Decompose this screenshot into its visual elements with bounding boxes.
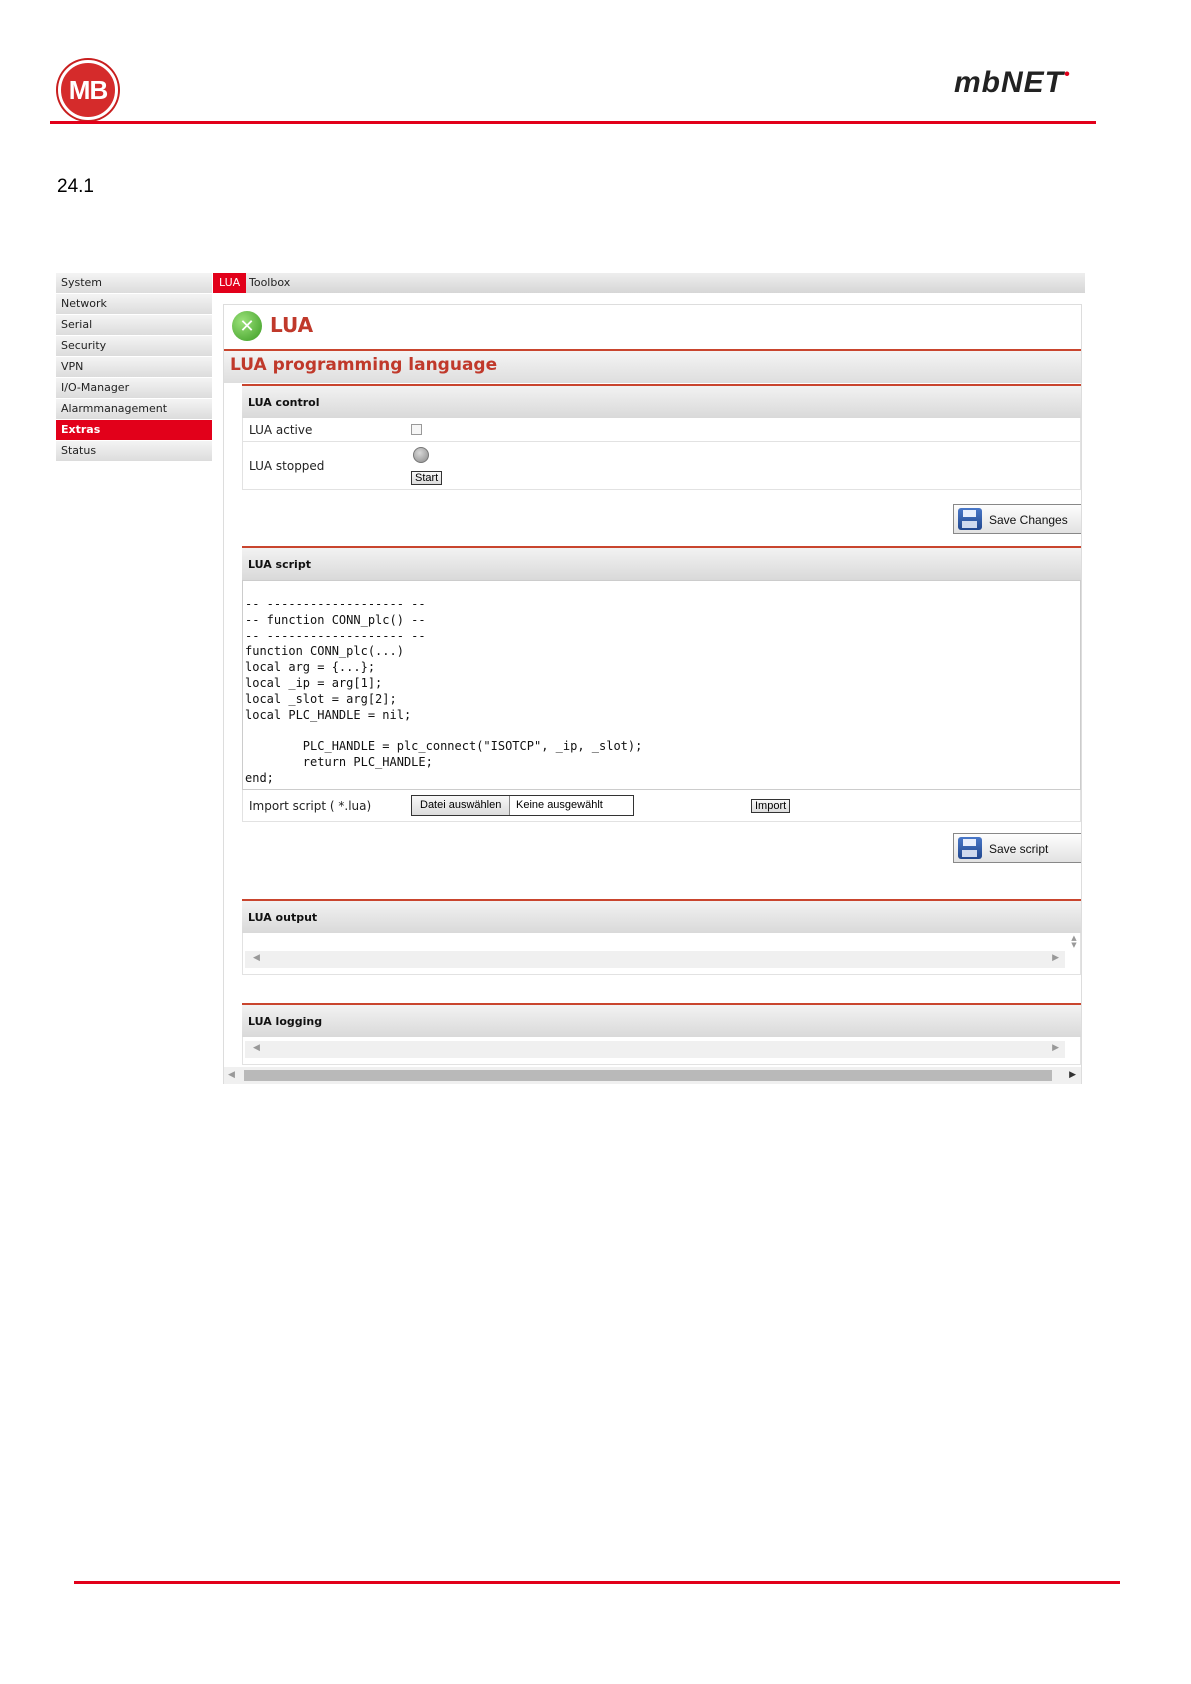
scroll-left-icon[interactable]: ◀ — [228, 1070, 235, 1080]
brand-logo: mbNET• — [954, 66, 1071, 100]
floppy-disk-icon — [958, 508, 982, 530]
save-script-label: Save script — [989, 842, 1049, 856]
sidebar-item-alarmmanagement[interactable]: Alarmmanagement — [56, 399, 212, 419]
lua-active-row: LUA active — [242, 418, 1081, 442]
floppy-disk-icon — [958, 837, 982, 859]
lua-output-area[interactable]: ▲ ▼ ◀ ▶ — [242, 933, 1081, 975]
lua-script-header: LUA script — [242, 546, 1081, 580]
scroll-right-icon[interactable]: ▶ — [1052, 1043, 1059, 1053]
status-led-icon — [413, 447, 429, 463]
header-divider — [50, 121, 1096, 124]
file-input[interactable]: Datei auswählen Keine ausgewählt — [411, 795, 634, 816]
tab-lua[interactable]: LUA — [213, 273, 247, 293]
lua-active-label: LUA active — [249, 423, 313, 437]
lua-active-checkbox[interactable] — [411, 424, 422, 435]
sidebar-item-serial[interactable]: Serial — [56, 315, 212, 335]
logging-horizontal-scrollbar[interactable]: ◀ ▶ — [245, 1041, 1065, 1058]
output-horizontal-scrollbar[interactable]: ◀ ▶ — [245, 951, 1065, 968]
file-choose-button[interactable]: Datei auswählen — [412, 796, 511, 815]
brand-mark-icon: • — [1064, 66, 1071, 83]
scroll-right-icon[interactable]: ▶ — [1052, 953, 1059, 963]
save-changes-label: Save Changes — [989, 513, 1068, 527]
sidebar-item-vpn[interactable]: VPN — [56, 357, 212, 377]
section-heading: LUA logging — [248, 1015, 323, 1028]
import-row: Import script ( *.lua) Datei auswählen K… — [242, 790, 1081, 822]
lua-output-header: LUA output — [242, 899, 1081, 933]
brand-text: mbNET — [954, 66, 1064, 99]
sidebar-item-status[interactable]: Status — [56, 441, 212, 461]
section-heading: LUA script — [248, 558, 311, 571]
main-panel: ✕ LUA LUA programming language LUA contr… — [223, 304, 1082, 1084]
import-button[interactable]: Import — [751, 799, 791, 813]
section-heading: LUA control — [248, 396, 320, 409]
subtitle-bar: LUA programming language — [224, 351, 1081, 383]
file-none-label: Keine ausgewählt — [516, 799, 603, 811]
sidebar-item-extras[interactable]: Extras — [56, 420, 212, 440]
sidebar-item-system[interactable]: System — [56, 273, 212, 293]
section-number: 24.1 — [57, 176, 94, 197]
sidebar-item-security[interactable]: Security — [56, 336, 212, 356]
logo-text: MB — [68, 74, 108, 105]
footer-divider — [74, 1581, 1120, 1584]
save-script-button[interactable]: Save script — [953, 833, 1081, 863]
page-subtitle: LUA programming language — [230, 355, 498, 375]
tab-toolbox[interactable]: Toolbox — [249, 273, 290, 293]
save-changes-button[interactable]: Save Changes — [953, 504, 1081, 534]
sidebar: System Network Serial Security VPN I/O-M… — [56, 273, 212, 462]
scroll-left-icon[interactable]: ◀ — [253, 953, 260, 963]
tab-bar: LUA Toolbox — [213, 273, 1085, 293]
script-editor[interactable]: -- ------------------- -- -- function CO… — [242, 580, 1081, 790]
scroll-right-icon[interactable]: ▶ — [1069, 1070, 1076, 1080]
lua-stopped-row: LUA stopped Start — [242, 442, 1081, 490]
section-heading: LUA output — [248, 911, 318, 924]
start-button[interactable]: Start — [411, 471, 443, 485]
lua-logging-header: LUA logging — [242, 1003, 1081, 1037]
page-title: LUA — [270, 313, 314, 337]
panel-horizontal-scrollbar[interactable]: ◀ ▶ — [224, 1067, 1081, 1084]
spin-arrows-icon[interactable]: ▲ ▼ — [1069, 935, 1079, 949]
import-label: Import script ( *.lua) — [249, 799, 372, 813]
lua-control-header: LUA control — [242, 384, 1081, 418]
scroll-left-icon[interactable]: ◀ — [253, 1043, 260, 1053]
sidebar-item-network[interactable]: Network — [56, 294, 212, 314]
scrollbar-thumb[interactable] — [244, 1070, 1052, 1081]
mb-logo: MB — [58, 60, 118, 120]
sidebar-item-io-manager[interactable]: I/O-Manager — [56, 378, 212, 398]
lua-stopped-label: LUA stopped — [249, 459, 325, 473]
tools-icon: ✕ — [232, 311, 262, 341]
lua-logging-area[interactable]: ◀ ▶ — [242, 1037, 1081, 1065]
